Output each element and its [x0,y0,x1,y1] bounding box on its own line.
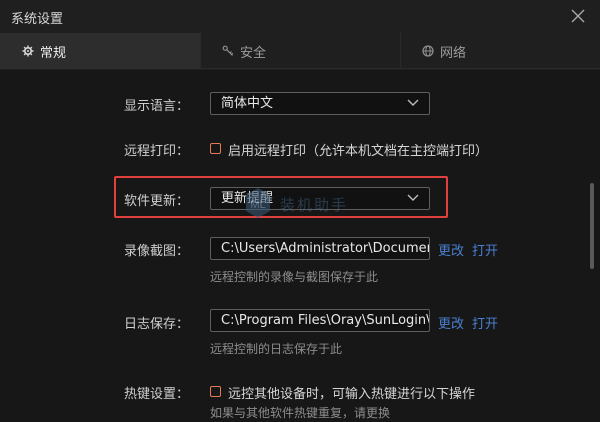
recording-path-field[interactable]: C:\Users\Administrator\Documents [210,237,430,260]
globe-icon [422,45,434,57]
language-value: 简体中文 [221,96,274,111]
scrollbar[interactable] [590,183,594,269]
gear-icon [22,45,34,57]
software-update-label: 软件更新： [124,194,190,209]
recording-label: 录像截图： [124,244,190,259]
watermark-logo-icon: ML [246,188,270,218]
remote-print-checkbox[interactable] [210,143,221,154]
key-icon [222,45,234,56]
language-label: 显示语言： [124,99,190,114]
chevron-down-icon [407,99,419,106]
log-path-field[interactable]: C:\Program Files\Oray\SunLogin\SunloginC… [210,309,430,332]
watermark-text: 装机助手 [280,196,349,214]
window-title: 系统设置 [11,12,64,27]
log-hint: 远程控制的日志保存于此 [210,342,343,356]
tab-bar: 常规 安全 网络 [0,33,600,69]
hotkey-text: 远控其他设备时，可输入热键进行以下操作 [228,387,476,402]
remote-print-label: 远程打印： [124,144,190,159]
chevron-down-icon [407,194,419,201]
log-label: 日志保存： [124,317,190,332]
hotkey-hint: 如果与其他软件热键重复，请更换 [210,406,391,420]
title-bar: 系统设置 [0,0,600,33]
svg-text:ML: ML [250,199,265,211]
hotkey-label: 热键设置： [124,387,190,402]
remote-print-text: 启用远程打印（允许本机文档在主控端打印） [228,144,489,159]
log-open-link[interactable]: 打开 [472,313,498,332]
tab-general-label: 常规 [40,45,67,61]
recording-change-link[interactable]: 更改 [438,240,464,259]
tab-security-label: 安全 [240,45,267,61]
recording-open-link[interactable]: 打开 [472,240,498,259]
log-change-link[interactable]: 更改 [438,313,464,332]
close-icon[interactable] [570,8,586,24]
language-dropdown[interactable]: 简体中文 [210,92,430,115]
tab-network[interactable]: 网络 [400,33,600,69]
tab-security[interactable]: 安全 [200,33,400,69]
hotkey-checkbox[interactable] [210,386,221,397]
tab-network-label: 网络 [440,45,467,61]
settings-panel: 显示语言： 简体中文 远程打印： 启用远程打印（允许本机文档在主控端打印） 软件… [0,70,600,422]
tab-general[interactable]: 常规 [0,33,200,69]
recording-hint: 远程控制的录像与截图保存于此 [210,270,379,284]
